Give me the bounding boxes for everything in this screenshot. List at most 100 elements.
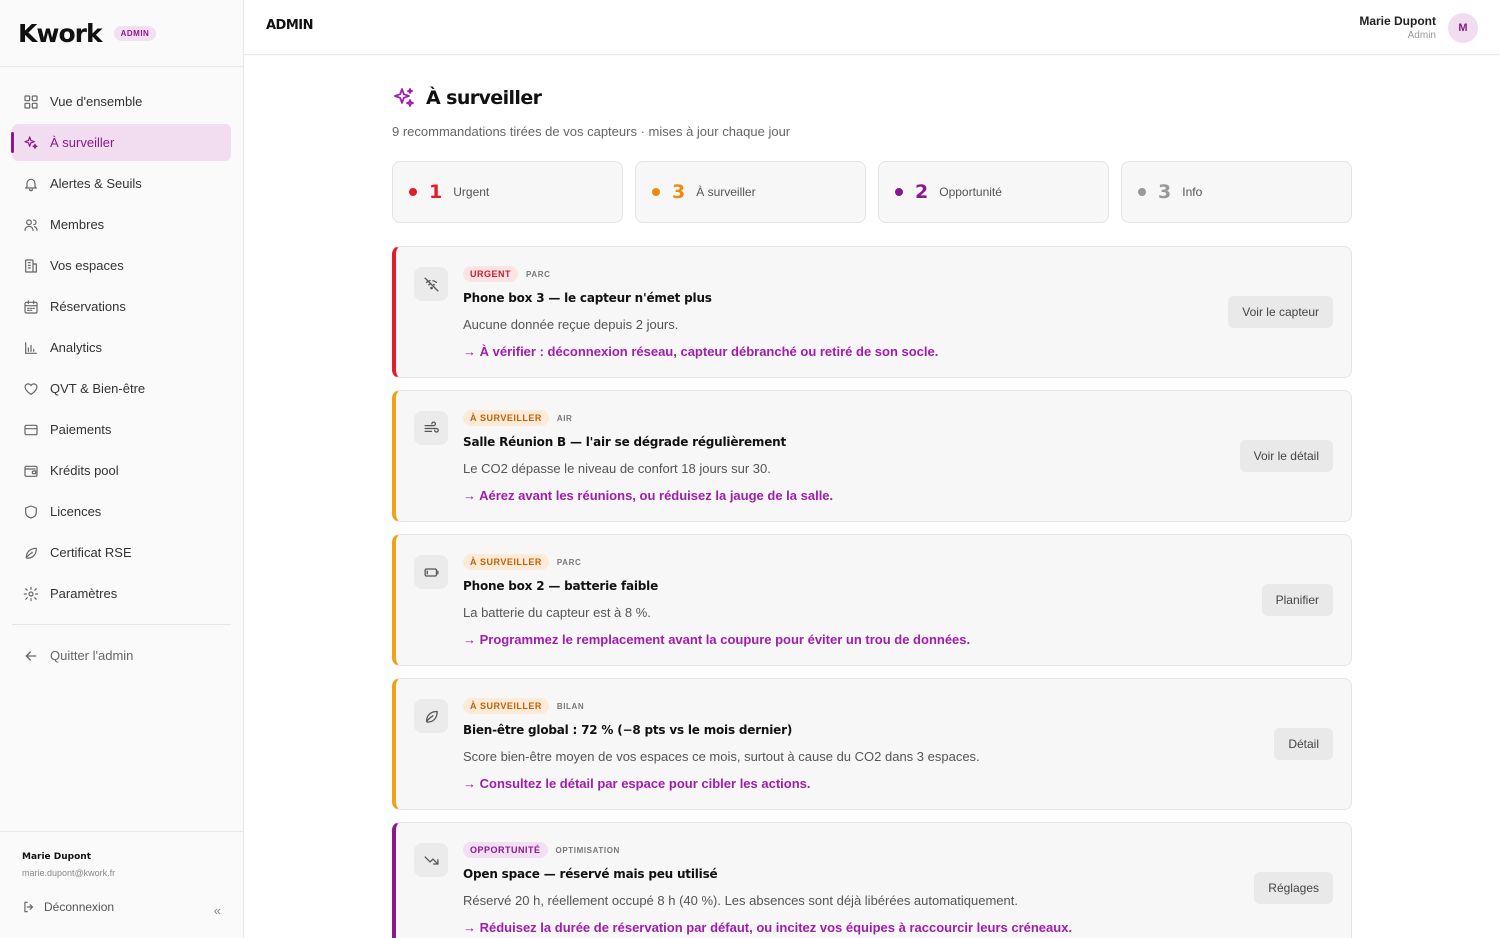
quit-admin-link[interactable]: Quitter l'admin [12, 637, 231, 674]
card-action-button[interactable]: Planifier [1261, 584, 1333, 616]
sidebar-item-a-surveiller[interactable]: À surveiller [11, 124, 231, 161]
kwork-logo[interactable]: Kwork [18, 19, 103, 48]
stat-card[interactable]: 1 Urgent [392, 161, 623, 223]
card-description: Score bien-être moyen de vos espaces ce … [463, 749, 980, 764]
wifi-off-icon [414, 267, 448, 301]
topbar-title: ADMIN [266, 18, 314, 33]
severity-badge: OPPORTUNITÉ [463, 842, 548, 858]
sidebar-item-reservations[interactable]: Réservations [12, 288, 231, 325]
leaf-icon [22, 544, 40, 562]
stat-count: 3 [1158, 181, 1172, 203]
battery-low-icon [414, 555, 448, 589]
stat-count: 3 [672, 181, 686, 203]
sidebar-item-label: Paramètres [50, 586, 118, 601]
user-name: Marie Dupont [1359, 14, 1436, 28]
avatar[interactable]: M [1448, 13, 1478, 43]
sidebar-item-label: Alertes & Seuils [50, 176, 142, 191]
stat-label: Info [1182, 185, 1203, 199]
card-recommendation: → À vérifier : déconnexion réseau, capte… [463, 344, 939, 359]
sidebar-item-kredits-pool[interactable]: Krédits pool [12, 452, 231, 489]
collapse-sidebar-icon[interactable]: « [214, 903, 221, 918]
logout-button[interactable]: Déconnexion [22, 900, 221, 914]
status-dot [895, 188, 903, 196]
sparkles-icon [394, 88, 414, 107]
card-content: OPPORTUNITÉ OPTIMISATION Open space — rése… [463, 842, 1072, 935]
card-description: La batterie du capteur est à 8 %. [463, 605, 651, 620]
card-tags: À SURVEILLER BILAN [463, 698, 980, 714]
sidebar-item-label: Certificat RSE [50, 545, 132, 560]
card-title: Phone box 3 — le capteur n'émet plus [463, 291, 712, 305]
bell-icon [22, 175, 40, 193]
card-action-button[interactable]: Réglages [1254, 872, 1333, 904]
topbar: ADMIN Marie Dupont Admin M [244, 0, 1500, 55]
sidebar-item-label: Analytics [50, 340, 103, 355]
page-title-text: À surveiller [426, 87, 542, 109]
credit-card-icon [22, 421, 40, 439]
leaf-icon [414, 699, 448, 733]
sidebar-item-label: Vos espaces [50, 258, 124, 273]
recommendation-card: À SURVEILLER PARC Phone box 2 — batterie f… [392, 534, 1352, 666]
sidebar-item-vos-espaces[interactable]: Vos espaces [12, 247, 231, 284]
status-dot [409, 188, 417, 196]
sidebar-nav: Vue d'ensemble À surveiller Alertes & Seui… [0, 67, 243, 612]
arrow-left-icon [22, 647, 40, 665]
sparkles-icon [22, 134, 40, 152]
user-role: Admin [1407, 30, 1436, 41]
card-title: Bien-être global : 72 % (−8 pts vs le mo… [463, 723, 793, 737]
gear-icon [22, 585, 40, 603]
sidebar-item-qvt-bien-etre[interactable]: QVT & Bien-être [12, 370, 231, 407]
card-recommendation: → Réduisez la durée de réservation par d… [463, 920, 1073, 935]
sidebar-item-analytics[interactable]: Analytics [12, 329, 231, 366]
sidebar-item-licences[interactable]: Licences [12, 493, 231, 530]
sidebar-item-label: Paiements [50, 422, 112, 437]
card-action-button[interactable]: Voir le capteur [1228, 296, 1333, 328]
sidebar-item-label: Krédits pool [50, 463, 119, 478]
page-header: À surveiller 9 recommandations tirées de… [392, 86, 790, 139]
stat-count: 1 [429, 181, 443, 203]
card-tags: URGENT PARC [463, 266, 938, 282]
sidebar-item-alertes-seuils[interactable]: Alertes & Seuils [12, 165, 231, 202]
sidebar-item-label: Membres [50, 217, 105, 232]
quit-admin-label: Quitter l'admin [50, 648, 134, 663]
severity-badge: À SURVEILLER [463, 410, 549, 426]
card-action-button[interactable]: Détail [1274, 728, 1333, 760]
bar-chart-icon [22, 339, 40, 357]
sidebar-item-label: Vue d'ensemble [50, 94, 143, 109]
recommendation-card: À SURVEILLER AIR Salle Réunion B — l'air s… [392, 390, 1352, 522]
severity-badge: URGENT [463, 266, 518, 282]
wallet-icon [22, 462, 40, 480]
card-title: Salle Réunion B — l'air se dégrade régul… [463, 435, 787, 449]
category-label: OPTIMISATION [555, 845, 620, 855]
card-recommendation: → Consultez le détail par espace pour ci… [463, 776, 811, 791]
sidebar-item-vue-d-ensemble[interactable]: Vue d'ensemble [12, 83, 231, 120]
category-label: PARC [556, 557, 582, 567]
sidebar: Kwork ADMIN Vue d'ensemble À surveiller Al… [0, 0, 244, 938]
category-label: BILAN [556, 701, 585, 711]
trending-down-icon [414, 843, 448, 877]
sidebar-item-label: Réservations [50, 299, 126, 314]
card-recommendation: → Aérez avant les réunions, ou réduisez … [463, 488, 834, 503]
card-description: Réservé 20 h, réellement occupé 8 h (40 … [463, 893, 1018, 908]
sidebar-item-certificat-rse[interactable]: Certificat RSE [12, 534, 231, 571]
sidebar-item-parametres[interactable]: Paramètres [12, 575, 231, 612]
sidebar-item-label: QVT & Bien-être [50, 381, 146, 396]
stat-card[interactable]: 2 Opportunité [878, 161, 1109, 223]
card-description: Le CO2 dépasse le niveau de confort 18 j… [463, 461, 771, 476]
footer-user-name: Marie Dupont [22, 852, 92, 862]
sidebar-item-membres[interactable]: Membres [12, 206, 231, 243]
stat-label: À surveiller [696, 185, 756, 199]
recommendation-card: URGENT PARC Phone box 3 — le capteur n'éme… [392, 246, 1352, 378]
shield-icon [22, 503, 40, 521]
card-tags: À SURVEILLER PARC [463, 554, 970, 570]
user-menu[interactable]: Marie Dupont Admin [1359, 14, 1436, 41]
sidebar-item-paiements[interactable]: Paiements [12, 411, 231, 448]
card-tags: OPPORTUNITÉ OPTIMISATION [463, 842, 1072, 858]
card-action-button[interactable]: Voir le détail [1239, 440, 1333, 472]
calendar-icon [22, 298, 40, 316]
stat-card[interactable]: 3 Info [1121, 161, 1352, 223]
page-subtitle: 9 recommandations tirées de vos capteurs… [392, 124, 791, 139]
stat-card[interactable]: 3 À surveiller [635, 161, 866, 223]
card-title: Open space — réservé mais peu utilisé [463, 867, 718, 881]
stat-count: 2 [915, 181, 929, 203]
status-dot [652, 188, 660, 196]
